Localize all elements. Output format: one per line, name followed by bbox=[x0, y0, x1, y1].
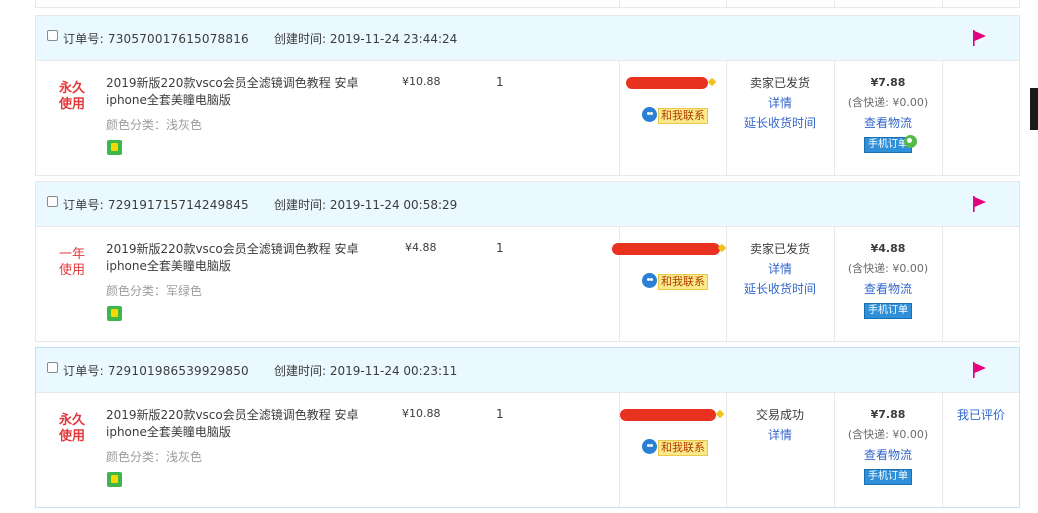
quantity: 1 bbox=[496, 407, 504, 421]
quantity: 1 bbox=[496, 241, 504, 255]
order-status: 交易成功 详情 bbox=[726, 405, 834, 445]
order-body: 一年 使用 2019新版220款vsco会员全滤镜调色教程 安卓iphone全套美… bbox=[36, 227, 1019, 341]
payment-info: ¥7.88 (含快递: ¥0.00) 查看物流 手机订单 bbox=[834, 405, 942, 485]
product-title[interactable]: 2019新版220款vsco会员全滤镜调色教程 安卓iphone全套美瞳电脑版 bbox=[106, 241, 391, 275]
order-body: 永久 使用 2019新版220款vsco会员全滤镜调色教程 安卓iphone全套美… bbox=[36, 393, 1019, 507]
flag-icon[interactable] bbox=[971, 194, 989, 214]
reviewed-link[interactable]: 我已评价 bbox=[957, 408, 1005, 422]
unit-price: ¥4.88 bbox=[405, 241, 437, 254]
order-header: 订单号: 729101986539929850 创建时间: 2019-11-24… bbox=[36, 348, 1019, 393]
mobile-order-badge: 手机订单 bbox=[864, 469, 912, 485]
android-sku-icon bbox=[107, 140, 122, 155]
extend-receipt-link[interactable]: 延长收货时间 bbox=[726, 113, 834, 133]
usage-badge: 永久 使用 bbox=[58, 413, 85, 444]
usage-badge: 一年 使用 bbox=[58, 247, 85, 278]
order-header: 订单号: 729191715714249845 创建时间: 2019-11-24… bbox=[36, 182, 1019, 227]
product-title[interactable]: 2019新版220款vsco会员全滤镜调色教程 安卓iphone全套美瞳电脑版 bbox=[106, 75, 391, 109]
order-operations: 我已评价 bbox=[942, 405, 1020, 425]
order-header: 订单号: 730570017615078816 创建时间: 2019-11-24… bbox=[36, 16, 1019, 61]
total-amount: ¥7.88 bbox=[870, 408, 906, 421]
product-sku: 颜色分类：军绿色 bbox=[106, 284, 203, 298]
order-card: 订单号: 730570017615078816 创建时间: 2019-11-24… bbox=[35, 15, 1020, 176]
product-title[interactable]: 2019新版220款vsco会员全滤镜调色教程 安卓iphone全套美瞳电脑版 bbox=[106, 407, 391, 441]
shipping-fee: (含快递: ¥0.00) bbox=[847, 96, 929, 109]
total-amount: ¥7.88 bbox=[870, 76, 906, 89]
wangwang-icon bbox=[642, 273, 657, 288]
flag-icon[interactable] bbox=[971, 360, 989, 380]
order-status: 卖家已发货 详情 延长收货时间 bbox=[726, 73, 834, 133]
unit-price: ¥10.88 bbox=[402, 75, 441, 88]
order-created-time: 创建时间: 2019-11-24 00:23:11 bbox=[274, 364, 458, 378]
shipping-fee: (含快递: ¥0.00) bbox=[847, 262, 929, 275]
product-sku: 颜色分类：浅灰色 bbox=[106, 450, 203, 464]
order-checkbox[interactable] bbox=[47, 362, 58, 373]
redacted-seller-name bbox=[612, 243, 720, 255]
order-card: 订单号: 729101986539929850 创建时间: 2019-11-24… bbox=[35, 347, 1020, 508]
shipping-fee: (含快递: ¥0.00) bbox=[847, 428, 929, 441]
swirl-icon bbox=[904, 135, 917, 148]
order-number: 订单号: 729101986539929850 bbox=[63, 364, 249, 378]
seller-info: 和我联系 bbox=[620, 69, 726, 139]
view-logistics-link[interactable]: 查看物流 bbox=[834, 113, 942, 133]
order-checkbox[interactable] bbox=[47, 196, 58, 207]
order-checkbox[interactable] bbox=[47, 30, 58, 41]
order-status: 卖家已发货 详情 延长收货时间 bbox=[726, 239, 834, 299]
redacted-seller-name bbox=[620, 409, 716, 421]
detail-link[interactable]: 详情 bbox=[726, 259, 834, 279]
order-body: 永久 使用 2019新版220款vsco会员全滤镜调色教程 安卓iphone全套美… bbox=[36, 61, 1019, 175]
redacted-seller-name bbox=[626, 77, 708, 89]
order-created-time: 创建时间: 2019-11-24 23:44:24 bbox=[274, 32, 458, 46]
order-number: 订单号: 730570017615078816 bbox=[63, 32, 249, 46]
seller-info: 和我联系 bbox=[612, 235, 727, 305]
seller-info: 和我联系 bbox=[620, 401, 726, 471]
order-card: 订单号: 729191715714249845 创建时间: 2019-11-24… bbox=[35, 181, 1020, 342]
order-created-time: 创建时间: 2019-11-24 00:58:29 bbox=[274, 198, 458, 212]
unit-price: ¥10.88 bbox=[402, 407, 441, 420]
wangwang-icon bbox=[642, 439, 657, 454]
quantity: 1 bbox=[496, 75, 504, 89]
flag-icon[interactable] bbox=[971, 28, 989, 48]
android-sku-icon bbox=[107, 472, 122, 487]
previous-order-tail bbox=[35, 0, 1020, 8]
view-logistics-link[interactable]: 查看物流 bbox=[834, 445, 942, 465]
detail-link[interactable]: 详情 bbox=[726, 93, 834, 113]
wangwang-icon bbox=[642, 107, 657, 122]
payment-info: ¥4.88 (含快递: ¥0.00) 查看物流 手机订单 bbox=[834, 239, 942, 319]
mobile-order-badge: 手机订单 bbox=[864, 303, 912, 319]
scrollbar-thumb[interactable] bbox=[1030, 88, 1038, 130]
product-sku: 颜色分类：浅灰色 bbox=[106, 118, 203, 132]
extend-receipt-link[interactable]: 延长收货时间 bbox=[726, 279, 834, 299]
payment-info: ¥7.88 (含快递: ¥0.00) 查看物流 手机订单 bbox=[834, 73, 942, 153]
total-amount: ¥4.88 bbox=[870, 242, 906, 255]
order-number: 订单号: 729191715714249845 bbox=[63, 198, 249, 212]
detail-link[interactable]: 详情 bbox=[726, 425, 834, 445]
usage-badge: 永久 使用 bbox=[58, 81, 85, 112]
view-logistics-link[interactable]: 查看物流 bbox=[834, 279, 942, 299]
android-sku-icon bbox=[107, 306, 122, 321]
